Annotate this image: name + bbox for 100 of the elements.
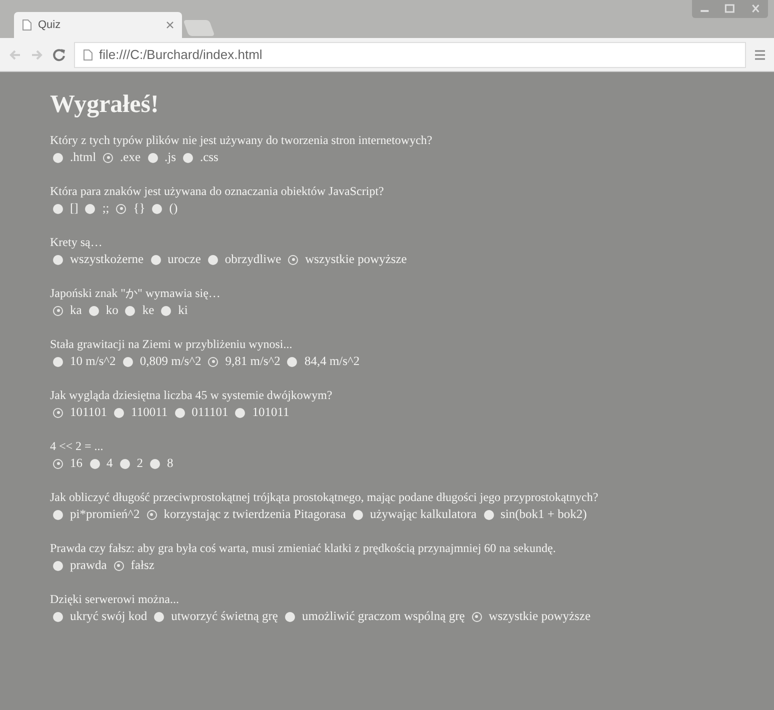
radio-button[interactable] (235, 408, 246, 418)
option-label: ukryć swój kod (70, 608, 148, 625)
option-label: ;; (102, 200, 110, 217)
question-text: Dzięki serwerowi można... (50, 591, 180, 608)
radio-button[interactable] (90, 458, 100, 468)
option-label: 9,81 m/s^2 (225, 353, 280, 370)
radio-button[interactable] (472, 612, 482, 622)
radio-button[interactable] (120, 458, 130, 468)
menu-icon[interactable] (754, 48, 766, 60)
option-label: 10 m/s^2 (70, 353, 116, 370)
radio-button[interactable] (53, 152, 63, 162)
radio-button[interactable] (53, 306, 63, 316)
radio-button[interactable] (287, 356, 298, 366)
option-label: 0,809 m/s^2 (140, 353, 202, 370)
option-label: 101101 (70, 404, 108, 421)
option-label: wszystkie powyższe (305, 251, 407, 268)
option-label: wszystkożerne (70, 251, 144, 268)
radio-button[interactable] (146, 510, 157, 520)
radio-button[interactable] (208, 356, 218, 366)
radio-button[interactable] (122, 356, 133, 366)
back-icon[interactable] (8, 48, 22, 62)
question-text: 4 << 2 = ... (50, 438, 104, 455)
option-label: korzystając z twierdzenia Pitagorasa (164, 506, 346, 523)
page-heading: Wygrałeś! (50, 90, 160, 120)
radio-button[interactable] (53, 458, 63, 468)
radio-button[interactable] (114, 408, 124, 418)
radio-button[interactable] (85, 204, 96, 214)
option-label: wszystkie powyższe (488, 608, 590, 625)
radio-button[interactable] (116, 204, 126, 214)
question-text: Który z tych typów plików nie jest używany do tworzenia stron internetowych? (50, 132, 434, 149)
option-label: .exe (120, 149, 141, 166)
option-label: pi*promień^2 (70, 506, 140, 523)
radio-button[interactable] (53, 408, 63, 418)
radio-button[interactable] (53, 560, 63, 570)
question-text: Jak obliczyć długość przeciwprostokątnej trójkąta prostokątnego, mając podane długości jego przyprostokątnych? (50, 489, 600, 506)
radio-button[interactable] (53, 356, 63, 366)
option-label: obrzydliwe (224, 251, 282, 268)
option-label: umożliwić graczom wspólną grę (302, 608, 465, 625)
option-label: 8 (167, 455, 174, 472)
option-label: prawda (70, 557, 107, 574)
option-label: ke (142, 302, 154, 319)
option-label: ko (106, 302, 118, 319)
option-label: fałsz (130, 557, 154, 574)
radio-button[interactable] (125, 306, 136, 316)
radio-button[interactable] (88, 306, 99, 316)
question-text: Stała grawitacji na Ziemi w przybliżeniu wynosi... (50, 336, 294, 353)
radio-button[interactable] (484, 510, 494, 520)
radio-button[interactable] (154, 612, 164, 622)
address-bar[interactable]: file:///C:/Burchard/index.html (74, 42, 746, 68)
radio-button[interactable] (174, 408, 185, 418)
option-label: 2 (136, 455, 143, 472)
radio-button[interactable] (183, 152, 193, 162)
option-label: ka (70, 302, 82, 319)
option-label: .html (70, 149, 96, 166)
radio-button[interactable] (161, 306, 172, 316)
radio-button[interactable] (152, 204, 162, 214)
option-label: sin(bok1 + bok2) (500, 506, 587, 523)
option-label: 84,4 m/s^2 (304, 353, 360, 370)
radio-button[interactable] (53, 510, 63, 520)
question-text: Prawda czy fałsz: aby gra była coś warta, musi zmieniać klatki z prędkością przynajmniej 60 na sekundę. (50, 540, 557, 557)
option-label: 4 (106, 455, 113, 472)
page-icon (22, 19, 32, 31)
browser-tab[interactable]: Quiz (14, 12, 182, 38)
option-label: 101011 (252, 404, 290, 421)
option-label: 16 (70, 455, 82, 472)
option-label: [] (70, 200, 78, 217)
question-text: Jak wygląda dziesiętna liczba 45 w systemie dwójkowym? (50, 387, 334, 404)
radio-button[interactable] (288, 254, 298, 264)
option-label: 110011 (131, 404, 168, 421)
new-tab-button[interactable] (183, 20, 215, 36)
radio-button[interactable] (148, 152, 158, 162)
tab-title: Quiz (38, 18, 62, 33)
option-label: {} (133, 200, 146, 217)
reload-icon[interactable] (52, 48, 66, 62)
radio-button[interactable] (284, 612, 295, 622)
option-label: ki (178, 302, 188, 319)
question-text: Która para znaków jest używana do oznaczania obiektów JavaScript? (50, 183, 385, 200)
radio-button[interactable] (208, 254, 218, 264)
page-icon (83, 48, 93, 60)
window-controls[interactable] (692, 0, 768, 18)
url-text: file:///C:/Burchard/index.html (99, 46, 262, 64)
option-label: używając kalkulatora (370, 506, 477, 523)
question-text: Japoński znak "か" wymawia się… (50, 285, 222, 302)
close-icon[interactable] (166, 21, 174, 29)
option-label: urocze (168, 251, 201, 268)
radio-button[interactable] (103, 152, 114, 162)
forward-icon[interactable] (30, 48, 44, 62)
option-label: () (169, 200, 178, 217)
question-text: Krety są… (50, 234, 104, 251)
radio-button[interactable] (150, 254, 161, 264)
radio-button[interactable] (150, 458, 160, 468)
radio-button[interactable] (53, 204, 63, 214)
option-label: .css (200, 149, 218, 166)
radio-button[interactable] (114, 560, 124, 570)
radio-button[interactable] (53, 254, 63, 264)
option-label: utworzyć świetną grę (171, 608, 278, 625)
option-label: .js (164, 149, 176, 166)
radio-button[interactable] (53, 612, 63, 622)
option-label: 011101 (192, 404, 228, 421)
radio-button[interactable] (352, 510, 363, 520)
